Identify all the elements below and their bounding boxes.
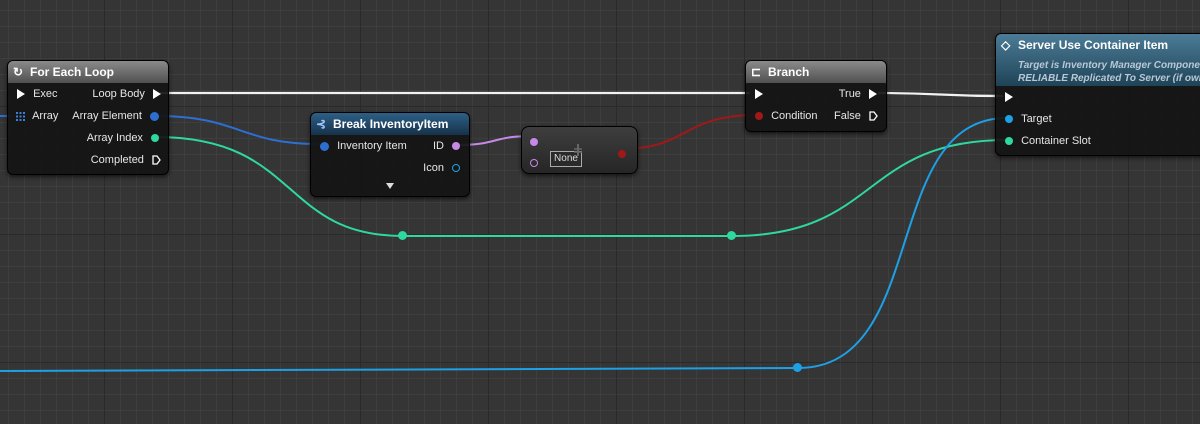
target-label: Target [1021,113,1052,125]
struct-wire-element-to-break[interactable] [155,115,319,145]
true-output-pin[interactable]: True [839,88,877,100]
object-wire-input-to-reroute[interactable] [0,367,799,372]
exec-wire-true-to-server[interactable] [877,91,1004,98]
expand-arrow-icon[interactable] [386,183,394,189]
bool-wire-equal-to-condition[interactable] [619,114,759,150]
array-element-label: Array Element [72,110,142,122]
for-each-loop-header[interactable]: ↻ For Each Loop [8,61,168,83]
integer-pin-icon [151,134,159,143]
reroute-node-int-2[interactable] [727,231,736,240]
name-pin-icon [530,137,538,146]
exec-hollow-pin-icon [152,155,161,165]
inventory-item-label: Inventory Item [337,140,407,152]
object-pin-icon [1005,115,1013,124]
server-node-title: Server Use Container Item [1018,38,1169,52]
id-output-pin[interactable]: ID [433,140,460,152]
branch-node-title: Branch [768,65,810,79]
server-exec-input-pin[interactable] [1005,91,1013,103]
struct-pin-icon [320,141,329,151]
break-inventory-item-node[interactable]: ⊰ Break InventoryItem Inventory Item ID … [310,112,470,197]
false-label: False [834,110,861,122]
condition-input-pin[interactable]: Condition [755,110,818,122]
break-node-title: Break InventoryItem [333,117,449,131]
exec-pin-icon [1005,92,1013,103]
integer-pin-icon [1005,137,1013,146]
for-each-loop-node[interactable]: ↻ For Each Loop Exec Array Loop Body Arr… [7,60,169,175]
boolean-pin-icon [755,112,763,121]
array-index-output-pin[interactable]: Array Index [87,132,159,144]
true-label: True [838,88,861,100]
exec-pin-icon [869,89,877,100]
equal-a-input-pin[interactable] [530,133,538,151]
container-slot-label: Container Slot [1021,135,1091,147]
reroute-node-object[interactable] [793,363,802,372]
container-slot-input-pin[interactable]: Container Slot [1005,135,1091,147]
equal-operator-icon [572,143,584,156]
exec-pin-icon [153,89,161,100]
inventory-item-input-pin[interactable]: Inventory Item [320,140,407,152]
reroute-node-int-1[interactable] [398,231,407,240]
loop-body-output-pin[interactable]: Loop Body [92,88,161,100]
server-use-container-item-node[interactable]: ◇ Server Use Container Item Target is In… [995,33,1200,156]
function-diamond-icon: ◇ [1001,38,1011,52]
exec-hollow-pin-icon [869,111,878,121]
for-each-loop-title: For Each Loop [30,65,114,79]
server-node-subtitle-replication: RELIABLE Replicated To Server (if own [1018,73,1200,84]
loop-body-label: Loop Body [92,88,145,100]
icon-label: Icon [423,162,444,174]
equal-return-output-pin[interactable] [618,145,626,163]
name-pin-hollow-icon [530,158,538,167]
exec-input-pin[interactable]: Exec [17,88,58,100]
equal-name-node[interactable]: None [521,126,638,174]
int-wire-reroute-to-slot[interactable] [731,139,1008,237]
branch-exec-input-pin[interactable] [755,88,763,100]
array-index-label: Array Index [86,132,143,144]
break-node-header[interactable]: ⊰ Break InventoryItem [311,113,469,135]
loop-icon: ↻ [13,65,24,79]
completed-output-pin[interactable]: Completed [91,154,161,166]
array-grid-icon [16,111,25,121]
object-wire-reroute-to-target[interactable] [797,117,1008,369]
equal-b-input-pin[interactable] [530,154,538,172]
array-input-pin[interactable]: Array [16,110,58,122]
struct-pin-icon [150,111,159,121]
exec-pin-icon [755,89,763,100]
branch-node[interactable]: ⊏ Branch Condition True False [745,60,887,132]
condition-label: Condition [771,110,818,122]
split-struct-icon: ⊰ [316,117,327,131]
icon-output-pin[interactable]: Icon [423,162,460,174]
array-element-output-pin[interactable]: Array Element [72,110,159,122]
object-pin-icon [452,164,460,173]
branch-node-header[interactable]: ⊏ Branch [746,61,886,83]
server-node-header[interactable]: ◇ Server Use Container Item Target is In… [996,34,1200,86]
branch-icon: ⊏ [751,65,762,79]
boolean-pin-icon [618,149,626,158]
exec-pin-icon [17,89,25,100]
id-label: ID [432,140,444,152]
name-pin-icon [452,142,460,151]
false-output-pin[interactable]: False [834,110,878,122]
target-input-pin[interactable]: Target [1005,113,1052,125]
exec-pin-label: Exec [33,88,58,100]
array-pin-label: Array [32,110,59,122]
completed-label: Completed [90,154,144,166]
